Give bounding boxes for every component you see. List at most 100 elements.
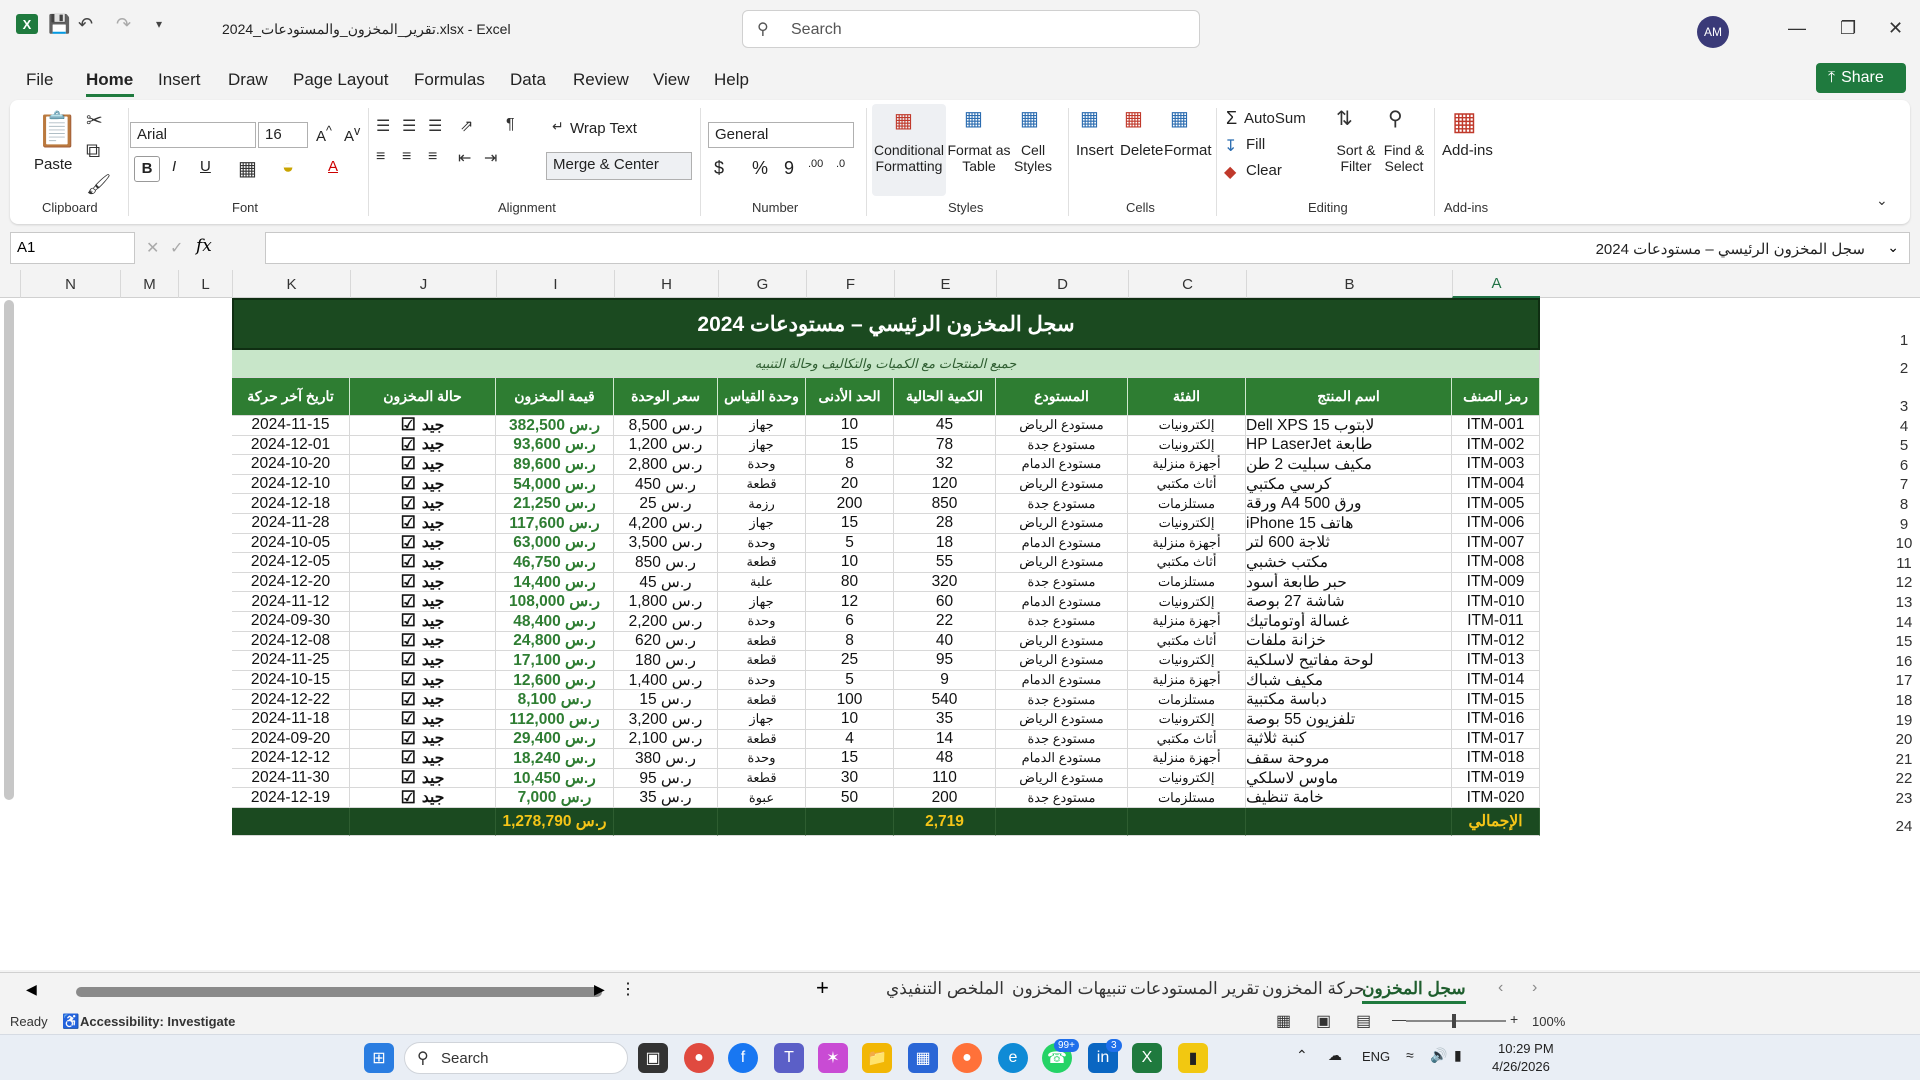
table-cell-name[interactable]: مكيف سبليت 2 طن <box>1246 455 1452 475</box>
header-cell-value[interactable]: قيمة المخزون <box>496 378 614 416</box>
chrome-icon[interactable]: ● <box>684 1043 714 1073</box>
increase-indent-icon[interactable]: ⇥ <box>484 148 497 168</box>
row-header[interactable]: 17 <box>1888 672 1920 690</box>
table-cell-unit[interactable]: رزمة <box>718 494 806 514</box>
delete-cells-button[interactable]: Delete <box>1120 142 1163 159</box>
table-cell-date[interactable]: 2024-12-01 <box>232 435 350 456</box>
volume-icon[interactable]: 🔊 <box>1430 1047 1447 1064</box>
table-cell-status[interactable]: جيد ☑ <box>350 455 496 475</box>
table-cell-unit[interactable]: جهاز <box>718 435 806 456</box>
table-cell-unit[interactable]: قطعة <box>718 651 806 671</box>
show-hidden-icons-icon[interactable]: ⌃ <box>1296 1047 1308 1064</box>
table-cell-name[interactable]: ثلاجة 600 لتر <box>1246 533 1452 554</box>
row-header[interactable]: 6 <box>1888 457 1920 475</box>
add-ins-icon[interactable]: ▦ <box>1452 106 1477 137</box>
table-cell-code[interactable]: ITM-009 <box>1452 572 1540 593</box>
table-cell-status[interactable]: جيد ☑ <box>350 670 496 691</box>
table-cell-status[interactable]: جيد ☑ <box>350 494 496 514</box>
total-cell-empty[interactable] <box>350 808 496 836</box>
column-header[interactable]: E <box>894 270 996 298</box>
table-cell-value[interactable]: ر.س 63,000 <box>496 533 614 554</box>
save-icon[interactable]: 💾 <box>48 14 70 34</box>
table-cell-code[interactable]: ITM-010 <box>1452 592 1540 612</box>
table-cell-qty[interactable]: 45 <box>894 416 996 436</box>
fill-color-icon[interactable]: ◒ <box>282 156 294 179</box>
table-cell-warehouse[interactable]: مستودع جدة <box>996 690 1128 710</box>
table-cell-date[interactable]: 2024-12-19 <box>232 788 350 808</box>
table-cell-status[interactable]: جيد ☑ <box>350 651 496 671</box>
row-header[interactable]: 14 <box>1888 614 1920 632</box>
table-cell-category[interactable]: إلكترونيات <box>1128 710 1246 730</box>
table-cell-name[interactable]: شاشة 27 بوصة <box>1246 592 1452 612</box>
table-cell-qty[interactable]: 9 <box>894 670 996 691</box>
table-cell-code[interactable]: ITM-020 <box>1452 788 1540 808</box>
enter-icon[interactable]: ✓ <box>170 238 183 258</box>
table-cell-date[interactable]: 2024-12-05 <box>232 553 350 573</box>
row-header[interactable]: 18 <box>1888 692 1920 710</box>
table-cell-qty[interactable]: 14 <box>894 729 996 750</box>
table-cell-value[interactable]: ر.س 14,400 <box>496 572 614 593</box>
format-as-table-button[interactable]: Format as Table <box>946 142 1012 174</box>
increase-font-icon[interactable]: A^ <box>316 124 332 145</box>
header-cell-code[interactable]: رمز الصنف <box>1452 378 1540 416</box>
insert-function-icon[interactable]: fx <box>196 236 212 256</box>
comma-icon[interactable]: 9 <box>784 158 794 179</box>
sheet-tab-inventory-register[interactable]: سجل المخزون <box>1362 979 1466 1004</box>
table-cell-date[interactable]: 2024-11-12 <box>232 592 350 612</box>
table-cell-code[interactable]: ITM-002 <box>1452 435 1540 456</box>
table-cell-name[interactable]: كنبة ثلاثية <box>1246 729 1452 750</box>
table-cell-min[interactable]: 5 <box>806 533 894 554</box>
row-header[interactable]: 11 <box>1888 555 1920 573</box>
table-cell-qty[interactable]: 95 <box>894 651 996 671</box>
delete-cells-icon[interactable]: ▦ <box>1124 106 1143 131</box>
sheet-tab-warehouse-report[interactable]: تقرير المستودعات <box>1130 979 1259 999</box>
table-cell-status[interactable]: جيد ☑ <box>350 768 496 789</box>
zoom-out-icon[interactable]: — <box>1392 1011 1406 1027</box>
row-header[interactable]: 24 <box>1888 818 1920 836</box>
table-cell-name[interactable]: طابعة HP LaserJet <box>1246 435 1452 456</box>
table-cell-min[interactable]: 4 <box>806 729 894 750</box>
table-cell-category[interactable]: إلكترونيات <box>1128 514 1246 534</box>
table-cell-warehouse[interactable]: مستودع الرياض <box>996 553 1128 573</box>
table-cell-warehouse[interactable]: مستودع الدمام <box>996 749 1128 769</box>
table-cell-min[interactable]: 50 <box>806 788 894 808</box>
table-cell-price[interactable]: ر.س 450 <box>614 474 718 495</box>
table-cell-category[interactable]: مستلزمات <box>1128 494 1246 514</box>
header-cell-qty[interactable]: الكمية الحالية <box>894 378 996 416</box>
table-cell-date[interactable]: 2024-12-10 <box>232 474 350 495</box>
table-cell-code[interactable]: ITM-016 <box>1452 710 1540 730</box>
table-cell-value[interactable]: ر.س 89,600 <box>496 455 614 475</box>
find-select-button[interactable]: Find & Select <box>1380 142 1428 174</box>
table-cell-warehouse[interactable]: مستودع جدة <box>996 612 1128 632</box>
zoom-slider[interactable] <box>1406 1020 1506 1022</box>
row-header[interactable]: 1 <box>1888 332 1920 350</box>
table-cell-status[interactable]: جيد ☑ <box>350 631 496 652</box>
table-cell-warehouse[interactable]: مستودع الرياض <box>996 514 1128 534</box>
table-cell-min[interactable]: 5 <box>806 670 894 691</box>
total-cell-empty[interactable] <box>806 808 894 836</box>
table-cell-category[interactable]: مستلزمات <box>1128 572 1246 593</box>
table-cell-min[interactable]: 10 <box>806 710 894 730</box>
copy-icon[interactable]: ⧉ <box>86 140 100 163</box>
search-box[interactable]: ⚲ Search <box>742 10 1200 48</box>
table-cell-category[interactable]: إلكترونيات <box>1128 416 1246 436</box>
table-cell-code[interactable]: ITM-018 <box>1452 749 1540 769</box>
table-cell-unit[interactable]: جهاز <box>718 710 806 730</box>
autosum-button[interactable]: AutoSum <box>1244 110 1306 127</box>
table-cell-name[interactable]: دباسة مكتبية <box>1246 690 1452 710</box>
table-cell-warehouse[interactable]: مستودع جدة <box>996 788 1128 808</box>
row-header[interactable]: 3 <box>1888 398 1920 416</box>
copilot-icon[interactable]: ✶ <box>818 1043 848 1073</box>
table-cell-min[interactable]: 8 <box>806 455 894 475</box>
table-cell-value[interactable]: ر.س 48,400 <box>496 612 614 632</box>
table-cell-price[interactable]: ر.س 850 <box>614 553 718 573</box>
decrease-font-icon[interactable]: Av <box>344 124 360 145</box>
row-header[interactable]: 8 <box>1888 496 1920 514</box>
total-cell-empty[interactable] <box>232 808 350 836</box>
fill-button[interactable]: Fill <box>1246 136 1265 153</box>
total-cell-empty[interactable] <box>718 808 806 836</box>
table-cell-category[interactable]: مستلزمات <box>1128 788 1246 808</box>
customize-toolbar-icon[interactable]: ▾ <box>156 14 162 34</box>
table-cell-qty[interactable]: 850 <box>894 494 996 514</box>
insert-cells-button[interactable]: Insert <box>1076 142 1114 159</box>
